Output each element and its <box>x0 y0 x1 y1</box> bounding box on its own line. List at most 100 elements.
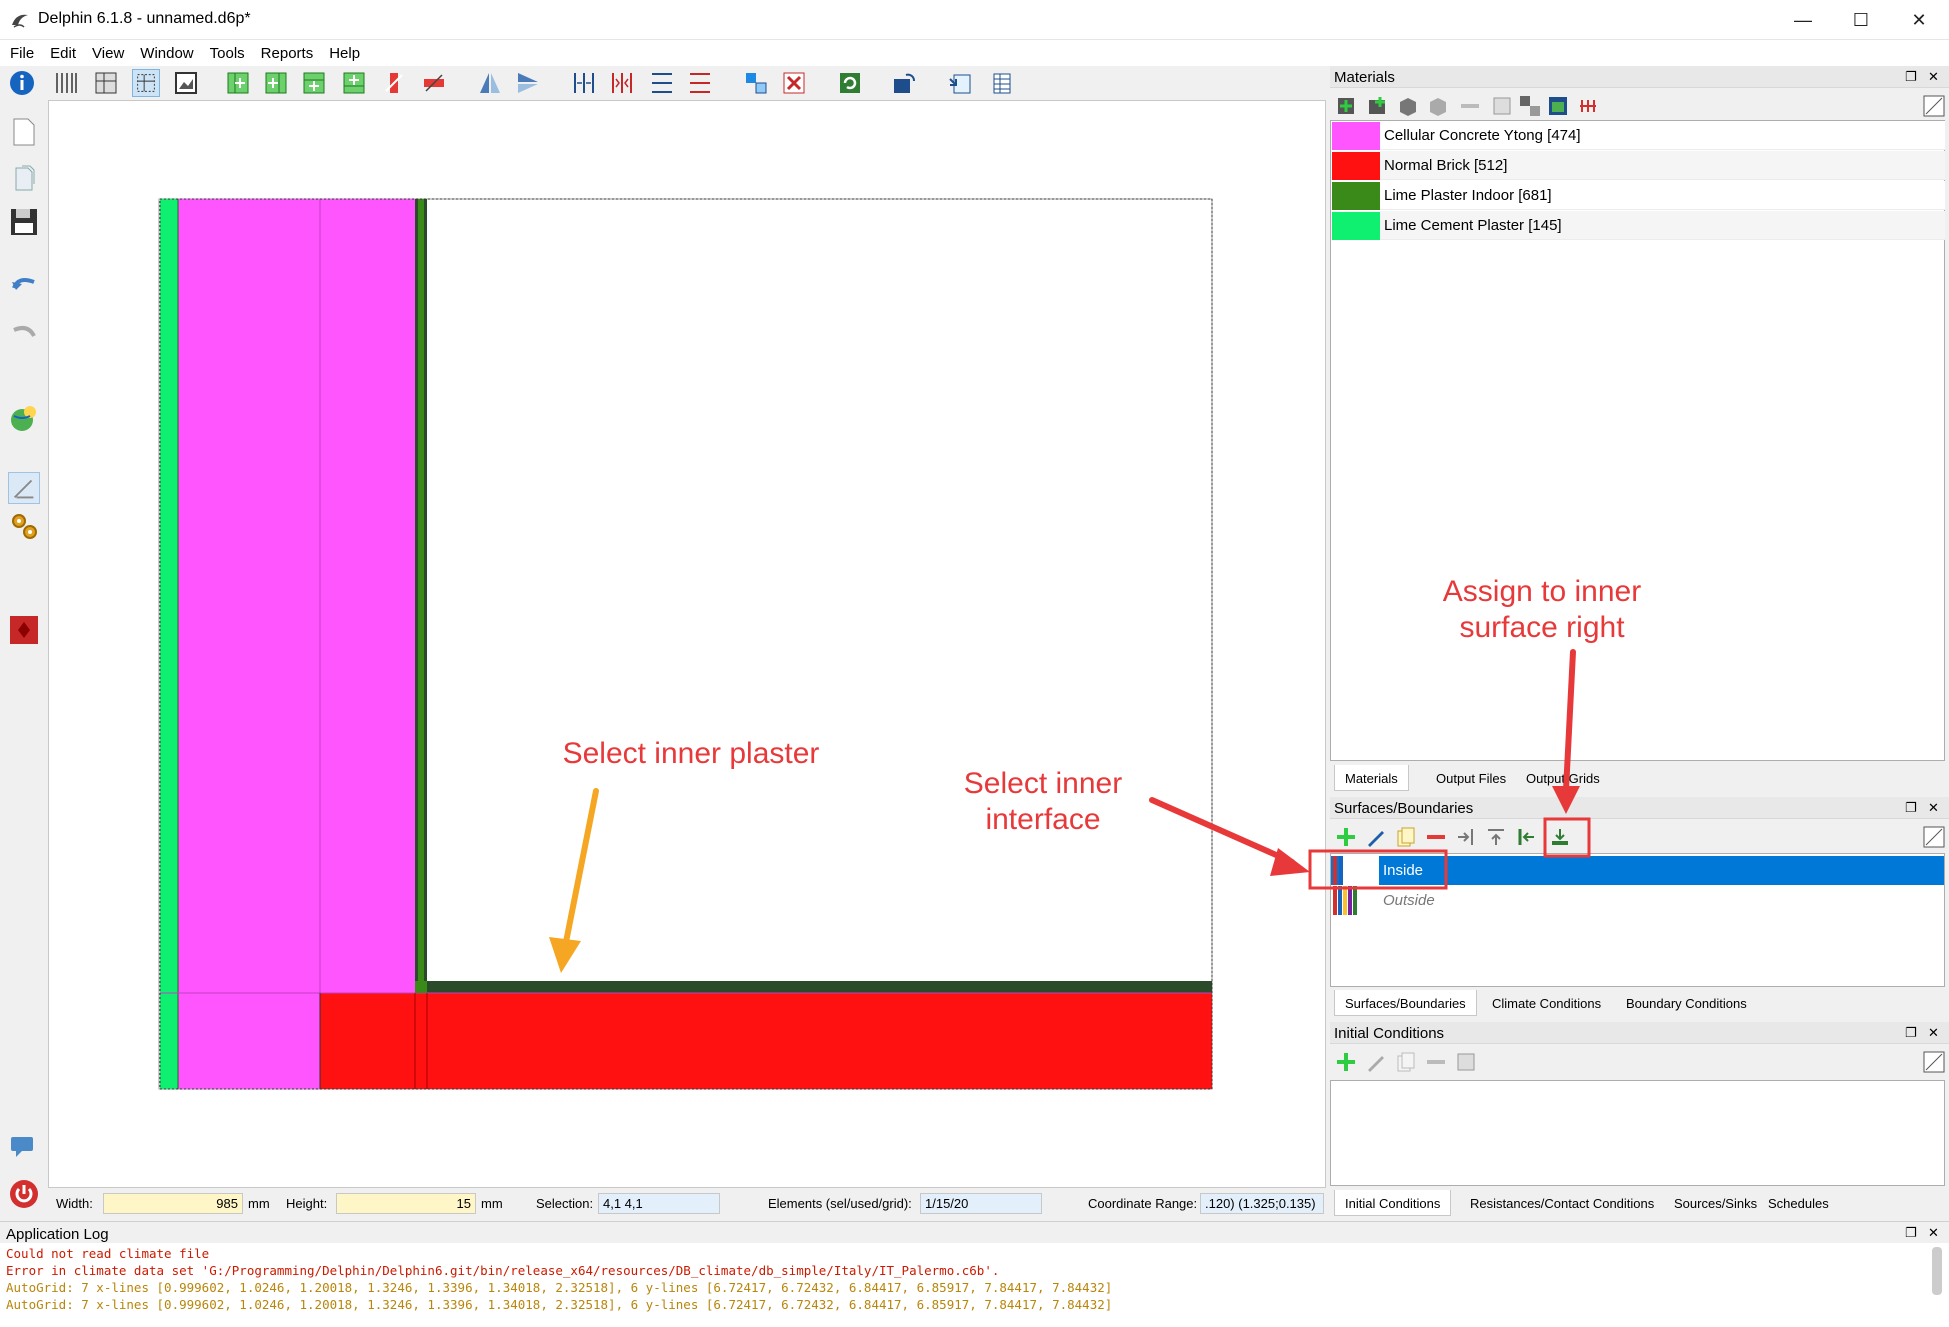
merge-columns-icon[interactable] <box>608 69 636 97</box>
assign-top-icon[interactable] <box>1484 825 1508 849</box>
minimize-button[interactable]: — <box>1774 0 1832 40</box>
tab-climate-conditions[interactable]: Climate Conditions <box>1482 990 1612 1016</box>
chat-icon[interactable] <box>8 1132 40 1164</box>
float-icon[interactable]: ❐ <box>1905 1225 1917 1241</box>
float-icon[interactable]: ❐ <box>1905 1025 1917 1041</box>
edit-icon[interactable] <box>1364 825 1388 849</box>
menu-help[interactable]: Help <box>323 45 366 62</box>
material-assign-icon[interactable] <box>1546 94 1570 118</box>
menu-tools[interactable]: Tools <box>204 45 251 62</box>
edit-mode-icon[interactable] <box>1922 94 1946 118</box>
close-icon[interactable]: ✕ <box>1928 800 1939 816</box>
element-grid-icon[interactable] <box>132 69 160 97</box>
insert-column-left-icon[interactable] <box>224 69 252 97</box>
add-icon[interactable] <box>1334 825 1358 849</box>
menu-reports[interactable]: Reports <box>255 45 320 62</box>
material-info-icon[interactable] <box>1490 94 1514 118</box>
add-material-icon[interactable] <box>1334 94 1358 118</box>
add-icon[interactable] <box>1334 1050 1358 1074</box>
material-cube-icon[interactable] <box>1396 94 1420 118</box>
close-button[interactable]: ✕ <box>1890 0 1948 40</box>
menu-view[interactable]: View <box>86 45 130 62</box>
copy-icon[interactable] <box>1394 1050 1418 1074</box>
width-field[interactable]: 985 <box>103 1193 243 1214</box>
undo-icon[interactable] <box>8 270 40 302</box>
assign-bottom-icon[interactable] <box>1548 825 1572 849</box>
insert-row-above-icon[interactable] <box>300 69 328 97</box>
edit-mode-icon[interactable] <box>1922 825 1946 849</box>
material-copy-icon[interactable] <box>1426 94 1450 118</box>
power-icon[interactable] <box>8 1178 40 1210</box>
delete-column-icon[interactable] <box>380 69 408 97</box>
split-columns-icon[interactable] <box>570 69 598 97</box>
remove-assignment-icon[interactable] <box>780 69 808 97</box>
float-icon[interactable]: ❐ <box>1905 69 1917 85</box>
simulation-icon[interactable] <box>8 614 40 646</box>
insert-column-right-icon[interactable] <box>262 69 290 97</box>
edit-mode-icon[interactable] <box>1922 1050 1946 1074</box>
open-file-icon[interactable] <box>8 162 40 194</box>
tab-materials[interactable]: Materials <box>1334 765 1409 791</box>
list-item-inside[interactable]: Inside <box>1331 856 1944 885</box>
table-export-icon[interactable] <box>986 69 1014 97</box>
selection-label: Selection: <box>536 1196 594 1211</box>
list-item[interactable]: Cellular Concrete Ytong [474] <box>1332 121 1945 150</box>
split-rows-icon[interactable] <box>648 69 676 97</box>
list-item[interactable]: Normal Brick [512] <box>1332 151 1945 180</box>
grid-view-icon[interactable] <box>92 69 120 97</box>
remove-material-icon[interactable] <box>1458 94 1482 118</box>
delete-row-icon[interactable] <box>420 69 448 97</box>
refresh-icon[interactable] <box>836 69 864 97</box>
redo-icon[interactable] <box>8 318 40 350</box>
remove-icon[interactable] <box>1424 1050 1448 1074</box>
close-icon[interactable]: ✕ <box>1928 1025 1939 1041</box>
new-file-icon[interactable] <box>8 116 40 148</box>
insert-row-below-icon[interactable] <box>340 69 368 97</box>
tab-resistances[interactable]: Resistances/Contact Conditions <box>1460 1190 1665 1216</box>
maximize-button[interactable]: ☐ <box>1832 0 1890 40</box>
assign-icon[interactable] <box>1454 1050 1478 1074</box>
float-icon[interactable]: ❐ <box>1905 800 1917 816</box>
settings-gears-icon[interactable] <box>8 510 40 542</box>
tab-schedules[interactable]: Schedules <box>1758 1190 1839 1216</box>
list-item[interactable]: Lime Cement Plaster [145] <box>1332 211 1945 240</box>
export-icon[interactable] <box>946 69 974 97</box>
height-label: Height: <box>286 1196 328 1211</box>
tab-output-grids[interactable]: Output Grids <box>1516 765 1610 791</box>
image-view-icon[interactable] <box>172 69 200 97</box>
material-db-icon[interactable] <box>1366 94 1390 118</box>
menu-edit[interactable]: Edit <box>44 45 82 62</box>
material-replace-icon[interactable] <box>1518 94 1542 118</box>
assign-right-icon[interactable] <box>1514 825 1538 849</box>
close-icon[interactable]: ✕ <box>1928 69 1939 85</box>
mirror-vertical-icon[interactable] <box>476 69 504 97</box>
assign-region-icon[interactable] <box>742 69 770 97</box>
log-scrollbar[interactable] <box>1932 1247 1942 1295</box>
construction-canvas[interactable] <box>49 101 1327 1189</box>
edit-icon[interactable] <box>1364 1050 1388 1074</box>
vertical-grid-icon[interactable] <box>52 69 80 97</box>
mirror-horizontal-icon[interactable] <box>514 69 542 97</box>
material-remove-assign-icon[interactable] <box>1576 94 1600 118</box>
tab-sources-sinks[interactable]: Sources/Sinks <box>1664 1190 1768 1216</box>
remove-icon[interactable] <box>1424 825 1448 849</box>
tab-boundary-conditions[interactable]: Boundary Conditions <box>1616 990 1757 1016</box>
list-item[interactable]: Lime Plaster Indoor [681] <box>1332 181 1945 210</box>
save-icon[interactable] <box>8 206 40 238</box>
assign-left-icon[interactable] <box>1454 825 1478 849</box>
merge-rows-icon[interactable] <box>686 69 714 97</box>
height-field[interactable]: 15 <box>336 1193 476 1214</box>
construction-icon[interactable] <box>890 69 918 97</box>
tab-surfaces-boundaries[interactable]: Surfaces/Boundaries <box>1334 990 1477 1016</box>
edit-construction-icon[interactable] <box>8 472 40 504</box>
menu-file[interactable]: File <box>4 45 40 62</box>
list-item-outside[interactable]: Outside <box>1331 886 1944 915</box>
close-icon[interactable]: ✕ <box>1928 1225 1939 1241</box>
construction-view[interactable]: Select inner plaster <box>48 100 1326 1188</box>
menu-window[interactable]: Window <box>134 45 199 62</box>
info-icon[interactable] <box>8 69 36 97</box>
tab-initial-conditions[interactable]: Initial Conditions <box>1334 1190 1452 1216</box>
copy-icon[interactable] <box>1394 825 1418 849</box>
climate-globe-icon[interactable] <box>8 402 40 434</box>
tab-output-files[interactable]: Output Files <box>1426 765 1517 791</box>
